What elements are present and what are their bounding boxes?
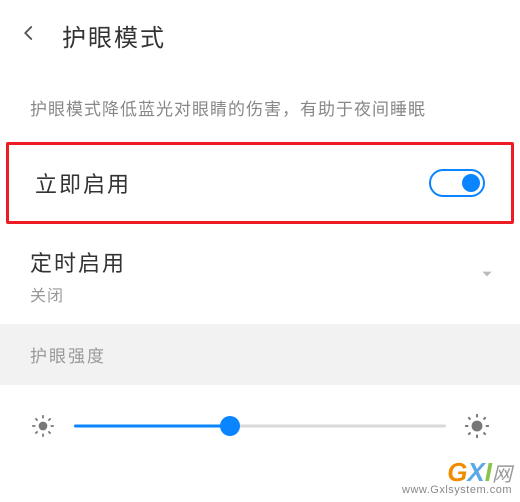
description-text: 护眼模式降低蓝光对眼睛的伤害，有助于夜间睡眠 — [0, 65, 520, 138]
watermark-url: www.Gxlsystem.com — [402, 485, 512, 496]
slider-thumb[interactable] — [220, 416, 240, 436]
scheduled-row[interactable]: 定时启用 关闭 — [0, 228, 520, 324]
enable-now-toggle[interactable] — [429, 169, 485, 197]
watermark-brand: GXI网 — [402, 459, 512, 485]
brightness-high-icon — [464, 413, 490, 439]
scheduled-status: 关闭 — [30, 282, 126, 306]
scheduled-label: 定时启用 — [30, 246, 126, 278]
brightness-low-icon — [30, 413, 56, 439]
intensity-section-label: 护眼强度 — [0, 324, 520, 385]
chevron-down-icon — [480, 267, 494, 286]
intensity-slider-row — [0, 385, 520, 457]
page-title: 护眼模式 — [62, 18, 166, 53]
intensity-slider[interactable] — [74, 416, 446, 436]
toggle-knob — [462, 174, 480, 192]
enable-now-label: 立即启用 — [35, 167, 131, 199]
watermark: GXI网 www.Gxlsystem.com — [402, 459, 512, 496]
slider-fill — [74, 425, 230, 428]
back-icon[interactable] — [20, 24, 38, 47]
header: 护眼模式 — [0, 0, 520, 65]
enable-now-row[interactable]: 立即启用 — [6, 142, 514, 224]
scheduled-left: 定时启用 关闭 — [30, 246, 126, 306]
